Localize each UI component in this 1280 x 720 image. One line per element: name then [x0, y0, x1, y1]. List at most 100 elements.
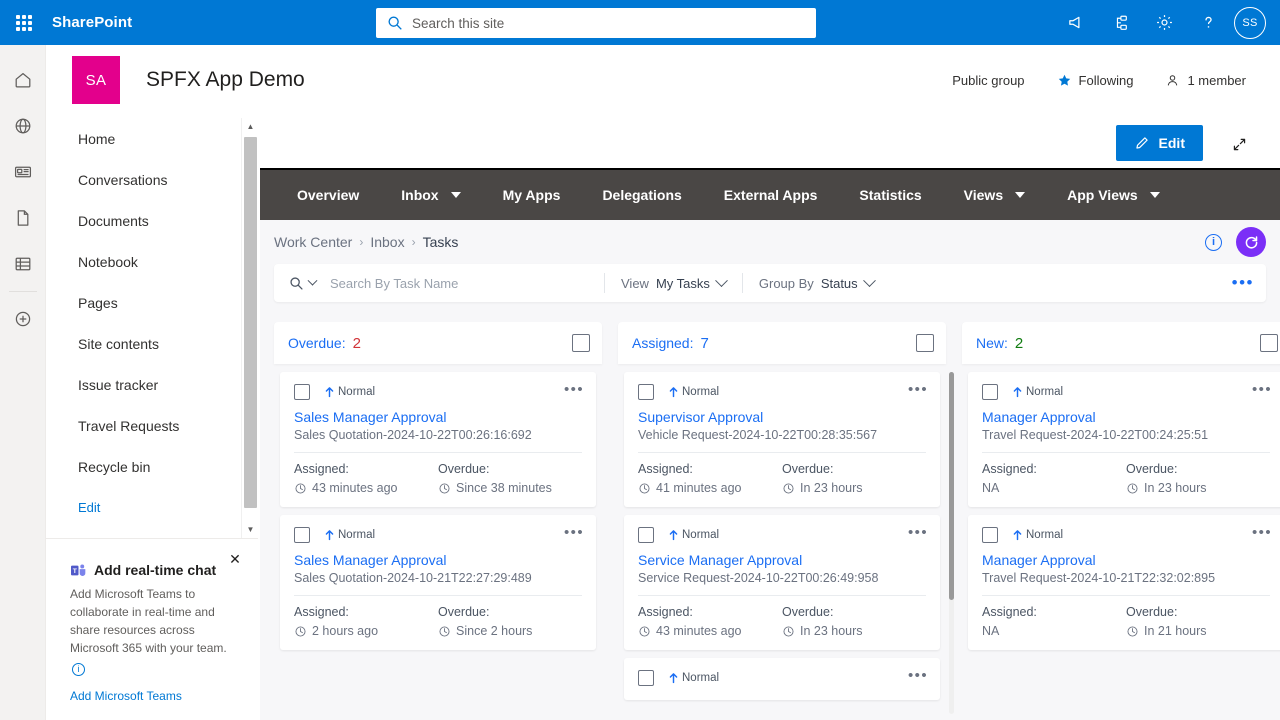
task-card[interactable]: Normal ••• Sales Manager Approval Sales Quo…: [280, 515, 596, 650]
members-button[interactable]: 1 member: [1149, 73, 1262, 88]
document-icon[interactable]: [0, 195, 46, 241]
user-avatar[interactable]: SS: [1234, 6, 1266, 39]
gear-icon[interactable]: [1142, 0, 1186, 45]
task-card[interactable]: Normal ••• Service Manager Approval Service…: [624, 515, 940, 650]
clock-icon: [639, 482, 650, 494]
sidebar-item[interactable]: Site contents: [46, 323, 258, 364]
sidebar-item[interactable]: Conversations: [46, 159, 258, 200]
nav-scrollbar[interactable]: ▲ ▼: [241, 118, 258, 538]
task-card[interactable]: Normal •••: [624, 658, 940, 700]
task-more-button[interactable]: •••: [908, 382, 928, 398]
info-circle-icon[interactable]: i: [1205, 233, 1222, 251]
groupby-selector[interactable]: Group By Status: [759, 273, 876, 291]
refresh-button[interactable]: [1236, 227, 1266, 257]
app-tab[interactable]: My Apps: [482, 170, 582, 220]
chevron-down-icon[interactable]: [450, 192, 461, 198]
task-more-button[interactable]: •••: [564, 382, 584, 398]
sharepoint-brand-link[interactable]: SharePoint: [52, 14, 132, 31]
sidebar-edit-link[interactable]: Edit: [46, 487, 258, 528]
task-search-placeholder[interactable]: Search By Task Name: [330, 276, 458, 291]
page-title[interactable]: SPFX App Demo: [146, 68, 305, 92]
megaphone-icon[interactable]: [1054, 0, 1098, 45]
app-tab[interactable]: External Apps: [703, 170, 839, 220]
task-title-link[interactable]: Sales Manager Approval: [294, 409, 582, 425]
following-button[interactable]: Following: [1041, 73, 1150, 88]
assigned-value-row: 41 minutes ago: [638, 481, 782, 495]
expand-button[interactable]: [1225, 130, 1253, 158]
app-tab[interactable]: Inbox: [380, 170, 481, 220]
lists-icon[interactable]: [0, 241, 46, 287]
column-scroll-thumb[interactable]: [949, 372, 954, 600]
chevron-down-icon[interactable]: [1149, 192, 1160, 198]
column-scrollbar[interactable]: [949, 372, 954, 714]
task-more-button[interactable]: •••: [1252, 382, 1272, 398]
task-title-link[interactable]: Manager Approval: [982, 552, 1270, 568]
sidebar-item-label: Home: [78, 130, 116, 147]
app-tab[interactable]: Delegations: [581, 170, 702, 220]
task-checkbox[interactable]: [638, 670, 654, 686]
task-more-button[interactable]: •••: [908, 525, 928, 541]
sidebar-item[interactable]: Pages: [46, 282, 258, 323]
task-more-button[interactable]: •••: [564, 525, 584, 541]
diagram-icon[interactable]: [1098, 0, 1142, 45]
app-tab[interactable]: Overview: [276, 170, 380, 220]
task-card[interactable]: Normal ••• Supervisor Approval Vehicle Requ…: [624, 372, 940, 507]
task-checkbox[interactable]: [982, 527, 998, 543]
home-icon[interactable]: [0, 57, 46, 103]
app-launcher-icon[interactable]: [0, 0, 48, 45]
edit-button-label: Edit: [1158, 135, 1185, 151]
task-search-box[interactable]: Search By Task Name: [288, 275, 588, 292]
task-checkbox[interactable]: [982, 384, 998, 400]
sidebar-item[interactable]: Notebook: [46, 241, 258, 282]
news-icon[interactable]: [0, 149, 46, 195]
site-search-box[interactable]: [376, 8, 816, 38]
task-title-link[interactable]: Supervisor Approval: [638, 409, 926, 425]
edit-button[interactable]: Edit: [1115, 125, 1203, 161]
sidebar-item[interactable]: Documents: [46, 200, 258, 241]
task-checkbox[interactable]: [294, 384, 310, 400]
caret-down-icon[interactable]: ▼: [242, 521, 259, 538]
sidebar-item[interactable]: Travel Requests: [46, 405, 258, 446]
toolbar-more-button[interactable]: •••: [1232, 264, 1254, 302]
app-tab[interactable]: Views: [943, 170, 1046, 220]
add-microsoft-teams-link[interactable]: Add Microsoft Teams: [70, 689, 182, 703]
column-select-all-checkbox[interactable]: [916, 334, 934, 352]
globe-icon[interactable]: [0, 103, 46, 149]
view-selector[interactable]: View My Tasks: [621, 273, 728, 291]
breadcrumb-item[interactable]: Work Center: [274, 234, 352, 250]
task-title-link[interactable]: Manager Approval: [982, 409, 1270, 425]
card-top-row: Normal •••: [638, 525, 928, 545]
chevron-down-icon[interactable]: [307, 275, 318, 286]
sidebar-item[interactable]: Issue tracker: [46, 364, 258, 405]
assigned-value: 43 minutes ago: [656, 624, 742, 638]
task-card[interactable]: Normal ••• Sales Manager Approval Sales Quo…: [280, 372, 596, 507]
caret-up-icon[interactable]: ▲: [242, 118, 259, 135]
help-icon[interactable]: [1186, 0, 1230, 45]
sidebar-item[interactable]: Recycle bin: [46, 446, 258, 487]
nav-scroll-thumb[interactable]: [244, 137, 257, 508]
breadcrumb-item[interactable]: Inbox: [370, 234, 404, 250]
app-tab[interactable]: App Views: [1046, 170, 1181, 220]
chevron-down-icon[interactable]: [1015, 192, 1026, 198]
task-checkbox[interactable]: [638, 527, 654, 543]
search-input[interactable]: [412, 15, 806, 31]
task-checkbox[interactable]: [294, 527, 310, 543]
close-icon[interactable]: ✕: [224, 548, 246, 570]
column-select-all-checkbox[interactable]: [1260, 334, 1278, 352]
task-more-button[interactable]: •••: [908, 668, 928, 684]
task-toolbar: Search By Task Name View My Tasks Group …: [274, 264, 1266, 302]
app-tab-label: External Apps: [723, 187, 818, 203]
assigned-meta: Assigned: NA: [982, 605, 1126, 638]
column-select-all-checkbox[interactable]: [572, 334, 590, 352]
info-icon[interactable]: i: [72, 662, 85, 676]
sidebar-item-label: Pages: [78, 294, 118, 311]
app-tab[interactable]: Statistics: [838, 170, 942, 220]
task-checkbox[interactable]: [638, 384, 654, 400]
task-card[interactable]: Normal ••• Manager Approval Travel Request-…: [968, 372, 1280, 507]
task-card[interactable]: Normal ••• Manager Approval Travel Request-…: [968, 515, 1280, 650]
task-more-button[interactable]: •••: [1252, 525, 1272, 541]
plus-icon[interactable]: [0, 296, 46, 342]
task-title-link[interactable]: Service Manager Approval: [638, 552, 926, 568]
task-title-link[interactable]: Sales Manager Approval: [294, 552, 582, 568]
sidebar-item[interactable]: Home: [46, 118, 258, 159]
